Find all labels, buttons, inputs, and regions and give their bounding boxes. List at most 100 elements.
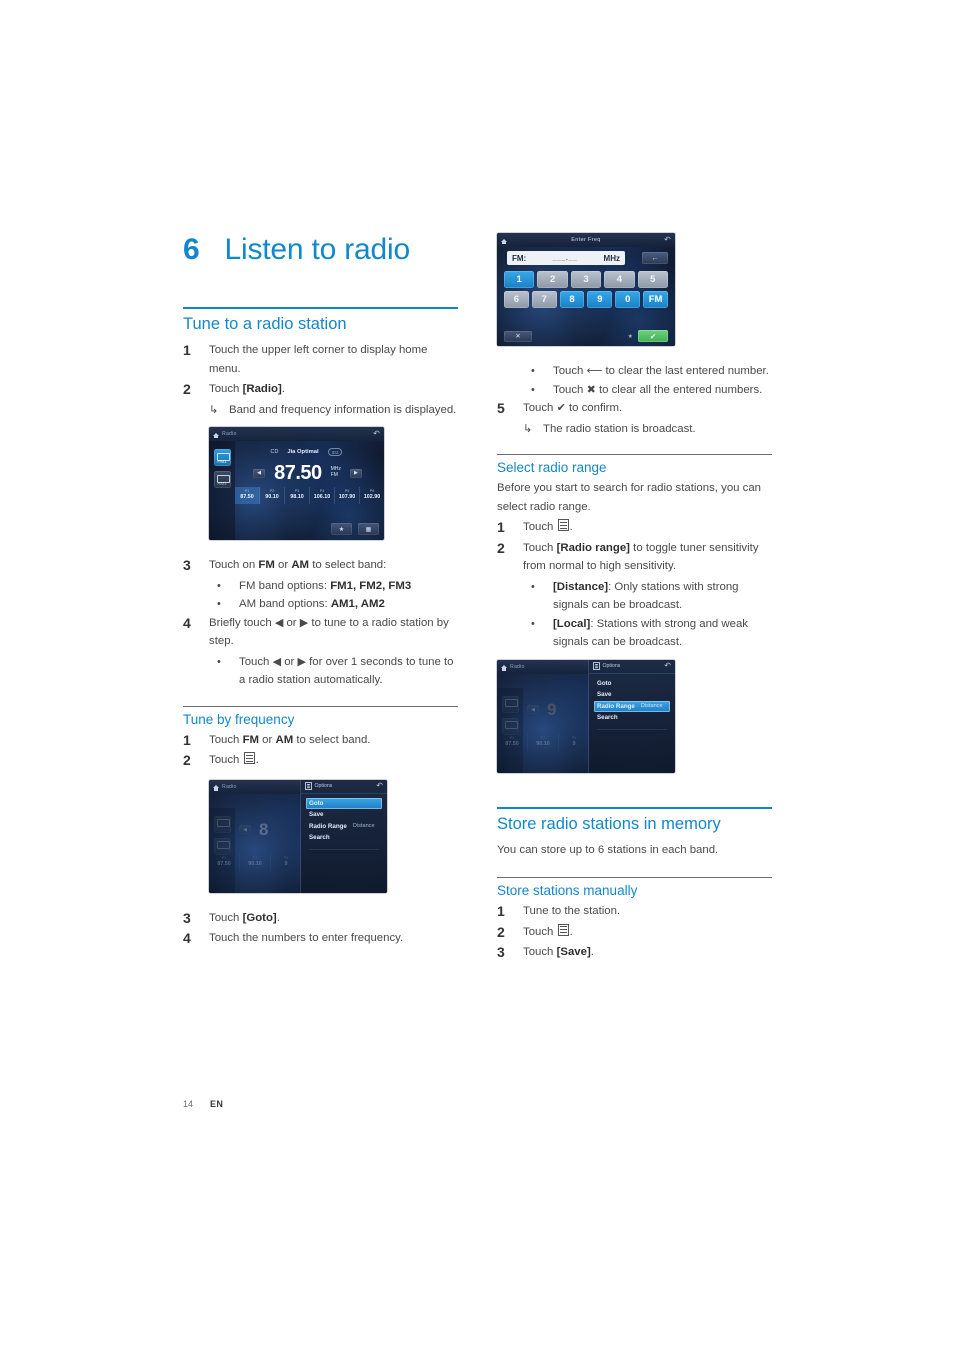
tuner-area: CD Jia Optimal ID3 ◀ 87.50 MHz FM ▶ P1 8… <box>235 441 384 540</box>
back-arrow-icon[interactable]: ↶ <box>373 430 380 438</box>
step-result: ↳ The radio station is broadcast. <box>523 420 772 439</box>
section-intro-text: Before you start to search for radio sta… <box>497 482 762 513</box>
preset-button-2[interactable]: P2 90.10 <box>240 853 271 871</box>
key-5[interactable]: 5 <box>637 271 669 288</box>
band-button-fm[interactable] <box>501 695 519 713</box>
dimmed-player-area: ◀ 8 P1 87.50 P2 90.10 P3 9 <box>209 794 301 893</box>
band-label: FM: <box>512 253 527 263</box>
preset-button-4[interactable]: P4 106.10 <box>310 487 335 504</box>
bullet-dot-icon: • <box>217 655 221 668</box>
preset-button-3[interactable]: P3 9 <box>559 734 589 751</box>
bullet-dot-icon: • <box>217 579 221 592</box>
chapter-name: Listen to radio <box>224 233 411 266</box>
option-value: Distance <box>640 703 663 710</box>
chapter-number: 6 <box>183 233 200 266</box>
band-button-am[interactable] <box>501 717 519 735</box>
preset-frequency: 90.10 <box>265 494 279 500</box>
pin-icon[interactable]: ★ <box>331 523 352 535</box>
key-2[interactable]: 2 <box>537 271 568 288</box>
step-text: Briefly touch ◀ or ▶ to tune to a radio … <box>209 615 449 648</box>
back-arrow-icon[interactable]: ↶ <box>664 662 671 670</box>
options-list: Goto Save Radio Range Distance Search <box>589 674 675 740</box>
bullet-text: Touch ✖ to clear all the entered numbers… <box>553 382 763 396</box>
subsection-heading-store-stations-manually: Store stations manually <box>497 883 638 898</box>
preset-button-1[interactable]: P1 87.50 <box>235 487 260 504</box>
band-button-am[interactable] <box>213 837 231 855</box>
section-rule <box>497 806 772 809</box>
options-menu-icon <box>305 782 312 790</box>
clear-all-button[interactable]: ✕ <box>504 330 532 342</box>
step-3: 3 Touch on FM or AM to select band: <box>183 556 458 575</box>
preset-frequency: 106.10 <box>313 494 331 500</box>
preset-button-3[interactable]: P3 98.10 <box>285 487 310 504</box>
home-icon[interactable] <box>213 432 219 439</box>
option-label: Save <box>597 691 612 699</box>
preset-button-3[interactable]: P3 9 <box>271 854 301 871</box>
option-item-radio-range[interactable]: Radio Range Distance <box>306 821 382 833</box>
preset-button-6[interactable]: P6 102.90 <box>360 487 384 504</box>
option-item-search[interactable]: Search <box>594 712 670 724</box>
dimmed-preset-row: P1 87.50 P2 90.10 P3 9 <box>209 853 301 871</box>
key-1[interactable]: 1 <box>504 271 535 288</box>
key-fm[interactable]: FM <box>643 291 668 308</box>
key-3[interactable]: 3 <box>570 271 602 288</box>
preset-button-2[interactable]: P2 90.10 <box>528 733 559 751</box>
option-item-goto[interactable]: Goto <box>306 797 382 809</box>
subsection-heading-tune-by-frequency: Tune by frequency <box>183 711 295 727</box>
step-1: 1 Touch the upper left corner to display… <box>183 341 458 378</box>
backspace-button[interactable]: ← <box>642 252 668 264</box>
key-0[interactable]: 0 <box>615 291 641 308</box>
step-text: Tune to the station. <box>523 905 621 917</box>
option-item-save[interactable]: Save <box>594 689 670 701</box>
now-playing-bar: CD Jia Optimal ID3 <box>235 448 378 456</box>
key-4[interactable]: 4 <box>604 271 635 288</box>
bullet-item: • Touch ✖ to clear all the entered numbe… <box>523 381 772 400</box>
preset-frequency: 102.90 <box>363 494 381 500</box>
band-button-fm[interactable]: FM1 <box>213 449 231 466</box>
radio-range-bullets: • [Distance]: Only stations with strong … <box>497 578 772 652</box>
home-icon[interactable] <box>501 665 507 671</box>
bullet-item: • Touch ◀ or ▶ for over 1 seconds to tun… <box>209 653 458 690</box>
option-item-goto[interactable]: Goto <box>594 678 670 690</box>
subsection-heading-select-radio-range: Select radio range <box>497 460 607 475</box>
tune-up-button[interactable]: ▶ <box>349 468 362 478</box>
preset-button-1[interactable]: P1 87.50 <box>497 733 528 751</box>
option-label: Search <box>309 834 330 842</box>
option-item-save[interactable]: Save <box>306 809 382 821</box>
tune-down-button[interactable]: ◀ <box>253 468 266 478</box>
station-name: Jia Optimal <box>287 449 319 455</box>
preset-frequency: 87.50 <box>217 860 231 867</box>
band-button-am[interactable]: AM1 <box>213 471 231 488</box>
current-frequency: 87.50 <box>274 462 322 484</box>
subsection-rule <box>497 454 772 455</box>
tune-down-button[interactable]: ◀ <box>527 705 539 714</box>
bullet-dot-icon: • <box>531 580 535 593</box>
frequency-entry-field[interactable]: FM: ___.__ MHz <box>507 251 625 265</box>
bullet-text: [Local]: Stations with strong and weak s… <box>553 617 748 649</box>
confirm-button[interactable]: ✔ <box>638 330 668 342</box>
option-item-radio-range[interactable]: Radio Range Distance <box>594 700 670 712</box>
step-number: 1 <box>183 342 191 358</box>
key-8[interactable]: 8 <box>559 291 585 308</box>
step-text: Touch [Radio range] to toggle tuner sens… <box>523 541 759 573</box>
step-1: 1 Touch . <box>497 518 772 537</box>
options-menu-screenshot: Radio ◀ 8 P1 87.50 P2 90.10 P3 9 Options… <box>209 779 387 893</box>
tune-down-button[interactable]: ◀ <box>239 825 251 834</box>
preset-button-5[interactable]: P5 107.90 <box>335 487 360 504</box>
key-9[interactable]: 9 <box>587 291 613 308</box>
band-button-fm[interactable] <box>213 815 231 833</box>
option-item-search[interactable]: Search <box>306 832 382 844</box>
home-icon[interactable] <box>213 785 219 791</box>
preset-button-1[interactable]: P1 87.50 <box>209 853 240 871</box>
preset-frequency: 90.10 <box>536 740 550 747</box>
keypad-row-1: 1 2 3 4 5 <box>504 271 669 288</box>
key-6[interactable]: 6 <box>504 291 529 308</box>
step-text: Touch the upper left corner to display h… <box>209 344 428 375</box>
key-7[interactable]: 7 <box>531 291 557 308</box>
pin-icon[interactable]: ★ <box>628 333 633 340</box>
preset-button-2[interactable]: P2 90.10 <box>260 487 285 504</box>
options-panel: Options ↶ Goto Save Radio Range Distance <box>301 779 387 893</box>
back-arrow-icon[interactable]: ↶ <box>376 782 383 790</box>
options-menu-icon[interactable]: ▦ <box>358 523 379 535</box>
options-menu-screenshot: Radio ◀ 9 P1 87.50 P2 90.10 P3 9 Options… <box>497 659 675 773</box>
